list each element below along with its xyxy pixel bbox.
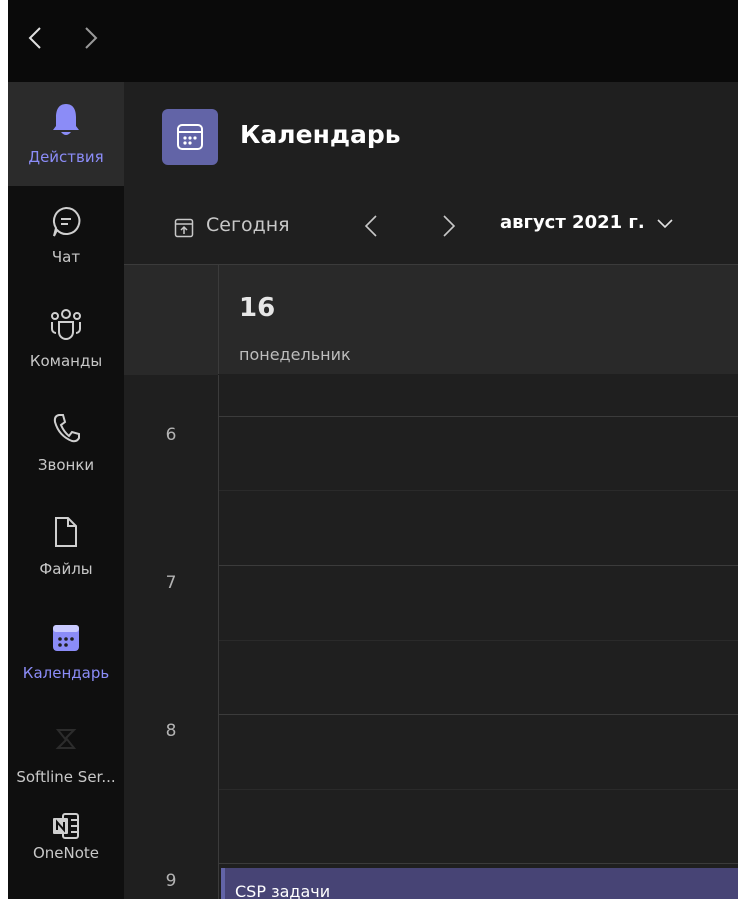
hour-gridline	[219, 863, 738, 864]
onenote-icon	[53, 813, 79, 839]
calendar-app-icon	[162, 109, 218, 165]
title-bar	[8, 0, 738, 82]
month-picker[interactable]: август 2021 г.	[500, 212, 674, 242]
time-gutter: 6 7 8 9	[124, 375, 218, 899]
half-hour-gridline	[219, 789, 738, 790]
day-number: 16	[239, 293, 276, 323]
chevron-down-icon	[657, 218, 673, 228]
event-title: CSP задачи	[235, 882, 331, 899]
page-title: Календарь	[240, 120, 401, 149]
teams-window: Действия Чат Команды Звонки Файлы Календ…	[8, 0, 738, 899]
hour-label: 7	[165, 573, 177, 593]
hour-label: 6	[165, 425, 177, 445]
hour-gridline	[219, 714, 738, 715]
rail-item-teams[interactable]: Команды	[8, 290, 124, 394]
month-label: август 2021 г.	[500, 212, 645, 233]
chevron-right-icon	[85, 27, 98, 49]
calendar-toolbar: Сегодня август 2021 г.	[124, 188, 738, 264]
chat-icon	[53, 206, 81, 237]
calendar-icon	[53, 625, 79, 651]
rail-item-activity[interactable]: Действия	[8, 82, 124, 186]
rail-item-label: Чат	[51, 248, 81, 266]
day-header[interactable]: 16 понедельник	[218, 264, 738, 374]
day-name: понедельник	[239, 345, 351, 364]
app-rail: Действия Чат Команды Звонки Файлы Календ…	[8, 82, 124, 899]
next-week-button[interactable]	[434, 210, 462, 242]
rail-item-calls[interactable]: Звонки	[8, 394, 124, 498]
rail-item-label: OneNote	[32, 844, 100, 862]
teams-icon	[51, 309, 81, 340]
file-icon	[55, 517, 77, 547]
rail-item-label: Файлы	[39, 560, 93, 578]
hour-gridline	[219, 565, 738, 566]
rail-item-label: Действия	[28, 148, 104, 166]
day-column[interactable]: CSP задачи	[218, 375, 738, 899]
back-button[interactable]	[22, 22, 50, 54]
rail-item-files[interactable]: Файлы	[8, 498, 124, 602]
rail-item-softline[interactable]: Softline Ser...	[8, 706, 124, 810]
rail-item-calendar[interactable]: Календарь	[8, 602, 124, 706]
phone-icon	[53, 414, 80, 443]
rail-item-chat[interactable]: Чат	[8, 186, 124, 290]
chevron-left-icon	[28, 27, 41, 49]
chevron-right-icon	[443, 215, 456, 237]
rail-item-onenote[interactable]: OneNote	[8, 810, 124, 899]
rail-item-label: Звонки	[37, 456, 95, 474]
today-label: Сегодня	[206, 214, 290, 236]
half-hour-gridline	[219, 640, 738, 641]
hour-gridline	[219, 416, 738, 417]
calendar-today-icon	[174, 218, 194, 238]
rail-item-label: Календарь	[22, 664, 110, 682]
page-header: Календарь	[124, 82, 738, 188]
hour-label: 9	[165, 871, 177, 891]
rail-item-label: Команды	[29, 352, 103, 370]
forward-button[interactable]	[76, 22, 104, 54]
bell-icon	[53, 104, 79, 135]
app-icon	[55, 729, 77, 749]
calendar-event[interactable]: CSP задачи	[221, 868, 738, 899]
previous-week-button[interactable]	[358, 210, 386, 242]
hour-label: 8	[165, 721, 177, 741]
calendar-icon	[177, 124, 203, 150]
day-header-gutter	[124, 264, 218, 375]
day-view-grid: 16 понедельник 6 7 8 9 CSP задачи	[124, 264, 738, 899]
half-hour-gridline	[219, 490, 738, 491]
chevron-left-icon	[364, 215, 377, 237]
rail-item-label: Softline Ser...	[16, 768, 116, 786]
